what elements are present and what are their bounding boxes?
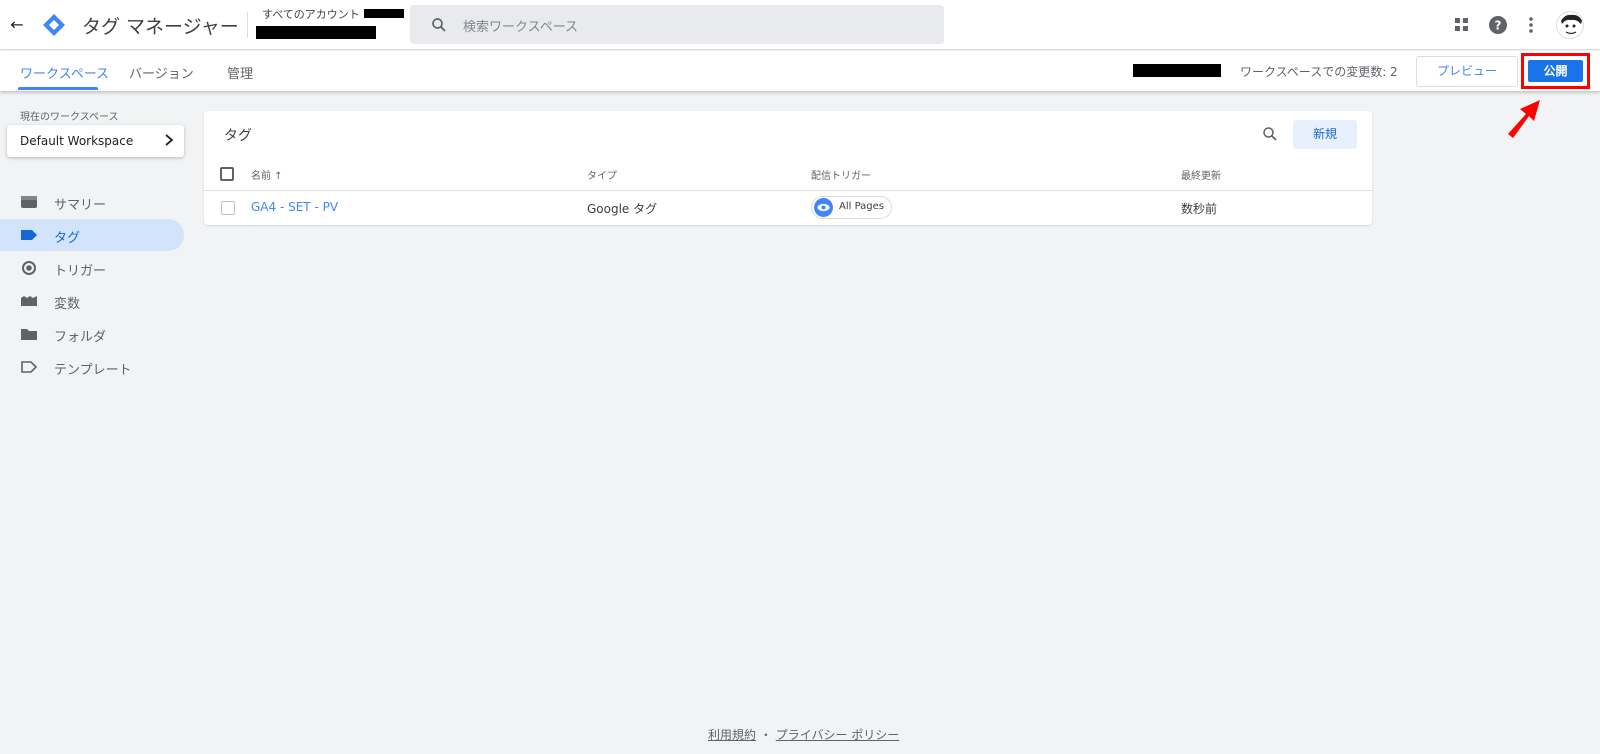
workspace-selector[interactable]: Default Workspace [7,125,184,157]
sidebar-item-label: タグ [54,231,81,246]
avatar-face-icon [1561,14,1582,35]
trigger-chip-label: All Pages [839,201,884,212]
sidebar-item-folders[interactable]: フォルダ [0,318,184,350]
workspace-nav-bar: ワークスペース バージョン 管理 ワークスペースでの変更数: 2 プレビュー 公… [0,51,1600,91]
workspace-heading: 現在のワークスペース [20,112,119,123]
apps-grid-icon[interactable] [1451,14,1473,36]
summary-icon [21,196,37,208]
help-icon[interactable]: ? [1487,14,1509,36]
sidebar-item-label: テンプレート [54,363,132,378]
last-updated: 数秒前 [1181,202,1218,216]
active-tab-indicator [18,87,98,90]
tab-versions[interactable]: バージョン [129,63,194,82]
workspace-name: Default Workspace [20,134,134,148]
sidebar-item-label: トリガー [54,264,107,279]
sidebar-item-variables[interactable]: 変数 [0,285,184,317]
redacted-workspace-id [1133,64,1221,77]
card-title: タグ [224,128,252,144]
new-tag-button[interactable]: 新規 [1293,120,1357,149]
terms-link[interactable]: 利用規約 [708,728,756,742]
eye-icon [814,198,833,217]
sidebar-item-templates[interactable]: テンプレート [0,351,184,383]
variables-icon [21,296,37,306]
footer-separator: ・ [759,728,772,742]
publish-button[interactable]: 公開 [1528,60,1583,82]
top-app-bar: ← タグ マネージャー すべてのアカウント > 検索ワークスペース ? [0,0,1600,50]
column-header-type[interactable]: タイプ [587,167,617,182]
chevron-right-icon [165,134,174,146]
workspace-changes-count: ワークスペースでの変更数: 2 [1240,65,1398,79]
privacy-link[interactable]: プライバシー ポリシー [776,728,900,742]
publish-highlight-box: 公開 [1521,53,1590,89]
header-divider [247,12,248,38]
row-checkbox[interactable] [221,201,235,215]
column-header-name[interactable]: 名前 ↑ [251,167,283,182]
redacted-container[interactable] [256,26,376,39]
trigger-icon [22,261,36,275]
tag-name-link[interactable]: GA4 - SET - PV [251,200,338,214]
red-pointer-arrow-icon [1508,100,1540,138]
more-vert-icon[interactable] [1520,14,1542,36]
search-placeholder: 検索ワークスペース [463,20,579,35]
svg-text:?: ? [1495,19,1502,33]
sidebar-item-label: サマリー [54,198,107,213]
preview-button[interactable]: プレビュー [1416,56,1518,87]
folder-icon [21,329,37,340]
breadcrumb[interactable]: すべてのアカウント > [262,6,373,22]
sidebar-item-tags[interactable]: タグ [0,219,184,251]
workspace-search[interactable]: 検索ワークスペース [410,5,944,44]
back-arrow-icon[interactable]: ← [6,14,28,36]
redacted-account [364,9,404,18]
sidebar-item-label: フォルダ [54,330,107,345]
account-avatar[interactable] [1556,11,1584,39]
header-divider-line [204,190,1372,191]
column-header-trigger[interactable]: 配信トリガー [811,167,871,182]
tags-table-card: タグ 新規 名前 ↑ タイプ 配信トリガー 最終更新 GA4 - SET - P… [204,111,1372,225]
table-search-icon[interactable] [1261,125,1279,143]
tab-workspace[interactable]: ワークスペース [20,63,109,82]
gtm-logo-icon [43,14,65,36]
template-icon [21,361,38,373]
search-icon [432,18,446,32]
tab-admin[interactable]: 管理 [227,63,253,82]
app-title: タグ マネージャー [82,16,239,38]
sidebar-item-summary[interactable]: サマリー [0,186,184,218]
sidebar-item-label: 変数 [54,297,81,312]
footer-links: 利用規約 ・ プライバシー ポリシー [708,726,899,743]
tag-icon [21,230,37,240]
sidebar-item-triggers[interactable]: トリガー [0,252,184,284]
tag-type: Google タグ [587,202,658,216]
trigger-chip[interactable]: All Pages [811,196,892,219]
select-all-checkbox[interactable] [220,167,234,181]
column-header-updated[interactable]: 最終更新 [1181,167,1221,182]
